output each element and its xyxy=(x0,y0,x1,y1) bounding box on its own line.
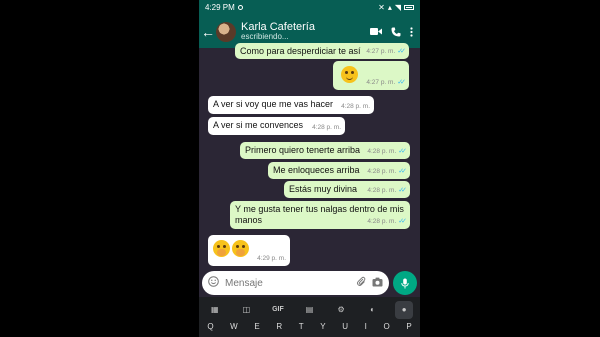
message-time: 4:28 p. m. xyxy=(312,124,341,131)
message-placeholder: Mensaje xyxy=(225,277,263,289)
message-bubble-out[interactable]: Y me gusta tener tus nalgas dentro de mi… xyxy=(230,201,410,229)
attach-icon[interactable] xyxy=(356,274,366,292)
message-list[interactable]: Como para desperdiciar te así 4:27 p. m.… xyxy=(199,43,420,269)
message-time: 4:28 p. m. xyxy=(367,187,397,194)
gif-button[interactable]: GIF xyxy=(269,301,287,319)
back-arrow-icon[interactable]: ← xyxy=(201,24,215,40)
message-text: Me enloqueces arriba xyxy=(273,165,360,175)
keyboard-toolbar: ▦ ◫ GIF ▤ ⚙ ◐ ● xyxy=(199,297,420,322)
sticker-icon[interactable]: ◫ xyxy=(237,301,255,319)
notification-icon xyxy=(237,5,243,10)
keyboard-top-row: Q W E R T Y U I O P xyxy=(199,322,420,337)
read-ticks-icon: ✓✓ xyxy=(397,79,406,86)
phone-screen: 4:29 PM ✕ ▴ ◥ ← Karla Cafetería escribie… xyxy=(199,0,420,337)
message-text: A ver si me convences xyxy=(213,120,304,130)
key-i[interactable]: I xyxy=(365,322,367,331)
contact-info[interactable]: Karla Cafetería escribiendo... xyxy=(241,21,370,42)
message-text: A ver si voy que me vas hacer xyxy=(213,99,334,109)
key-o[interactable]: O xyxy=(383,322,389,331)
signal-icon: ▴ xyxy=(387,3,392,12)
key-p[interactable]: P xyxy=(406,322,411,331)
message-time: 4:27 p. m. xyxy=(366,79,396,86)
voice-message-button[interactable] xyxy=(393,271,417,295)
clipboard-icon[interactable]: ▤ xyxy=(300,301,318,319)
message-time: 4:28 p. m. xyxy=(341,103,370,110)
message-time: 4:28 p. m. xyxy=(367,218,397,225)
message-bubble-in[interactable]: 4:29 p. m. xyxy=(208,235,290,266)
microphone-icon xyxy=(401,278,409,288)
apps-icon[interactable]: ▦ xyxy=(206,301,224,319)
message-text: Primero quiero tenerte arriba xyxy=(245,145,361,155)
status-bar: 4:29 PM ✕ ▴ ◥ xyxy=(199,0,420,15)
hand-over-mouth-emoji-icon xyxy=(232,240,249,257)
camera-icon[interactable] xyxy=(372,274,383,292)
message-time: 4:27 p. m. xyxy=(366,48,396,55)
settings-icon[interactable]: ⚙ xyxy=(332,301,350,319)
key-y[interactable]: Y xyxy=(320,322,325,331)
message-bubble-out[interactable]: 4:27 p. m. ✓✓ xyxy=(333,61,409,90)
emoji-picker-icon[interactable] xyxy=(208,274,219,292)
read-ticks-icon: ✓✓ xyxy=(398,168,407,175)
key-w[interactable]: W xyxy=(230,322,238,331)
voice-call-icon[interactable] xyxy=(391,27,401,37)
video-call-icon[interactable] xyxy=(370,27,382,36)
hand-over-mouth-emoji-icon xyxy=(213,240,230,257)
contact-status: escribiendo... xyxy=(241,32,289,42)
read-ticks-icon: ✓✓ xyxy=(398,187,407,194)
composer-row: Mensaje xyxy=(199,269,420,297)
key-t[interactable]: T xyxy=(299,322,304,331)
key-q[interactable]: Q xyxy=(207,322,213,331)
message-bubble-out[interactable]: Me enloqueces arriba 4:28 p. m. ✓✓ xyxy=(268,162,410,179)
message-time: 4:28 p. m. xyxy=(367,148,397,155)
palette-icon[interactable]: ◐ xyxy=(364,301,382,319)
message-bubble-out[interactable]: Como para desperdiciar te así 4:27 p. m.… xyxy=(235,43,409,59)
wifi-icon: ◥ xyxy=(394,3,401,12)
read-ticks-icon: ✓✓ xyxy=(398,218,407,225)
mute-icon: ✕ xyxy=(378,3,385,12)
message-bubble-in[interactable]: A ver si voy que me vas hacer 4:28 p. m. xyxy=(208,96,374,114)
message-bubble-out[interactable]: Estás muy divina 4:28 p. m. ✓✓ xyxy=(284,181,410,198)
keyboard-mic-icon[interactable]: ● xyxy=(395,300,414,319)
key-r[interactable]: R xyxy=(276,322,282,331)
battery-icon xyxy=(404,5,414,10)
message-input[interactable]: Mensaje xyxy=(202,271,389,295)
more-options-icon[interactable] xyxy=(410,26,413,37)
message-text: Como para desperdiciar te así xyxy=(240,46,361,56)
message-text: Estás muy divina xyxy=(289,184,358,194)
smirk-emoji-icon xyxy=(341,66,358,83)
message-bubble-out[interactable]: Primero quiero tenerte arriba 4:28 p. m.… xyxy=(240,142,410,159)
key-u[interactable]: U xyxy=(342,322,348,331)
message-time: 4:29 p. m. xyxy=(257,255,286,262)
key-e[interactable]: E xyxy=(254,322,259,331)
message-bubble-in[interactable]: A ver si me convences 4:28 p. m. xyxy=(208,117,345,135)
read-ticks-icon: ✓✓ xyxy=(397,48,406,55)
message-time: 4:28 p. m. xyxy=(367,168,397,175)
status-time: 4:29 PM xyxy=(205,3,235,12)
avatar[interactable] xyxy=(216,21,236,42)
read-ticks-icon: ✓✓ xyxy=(398,148,407,155)
